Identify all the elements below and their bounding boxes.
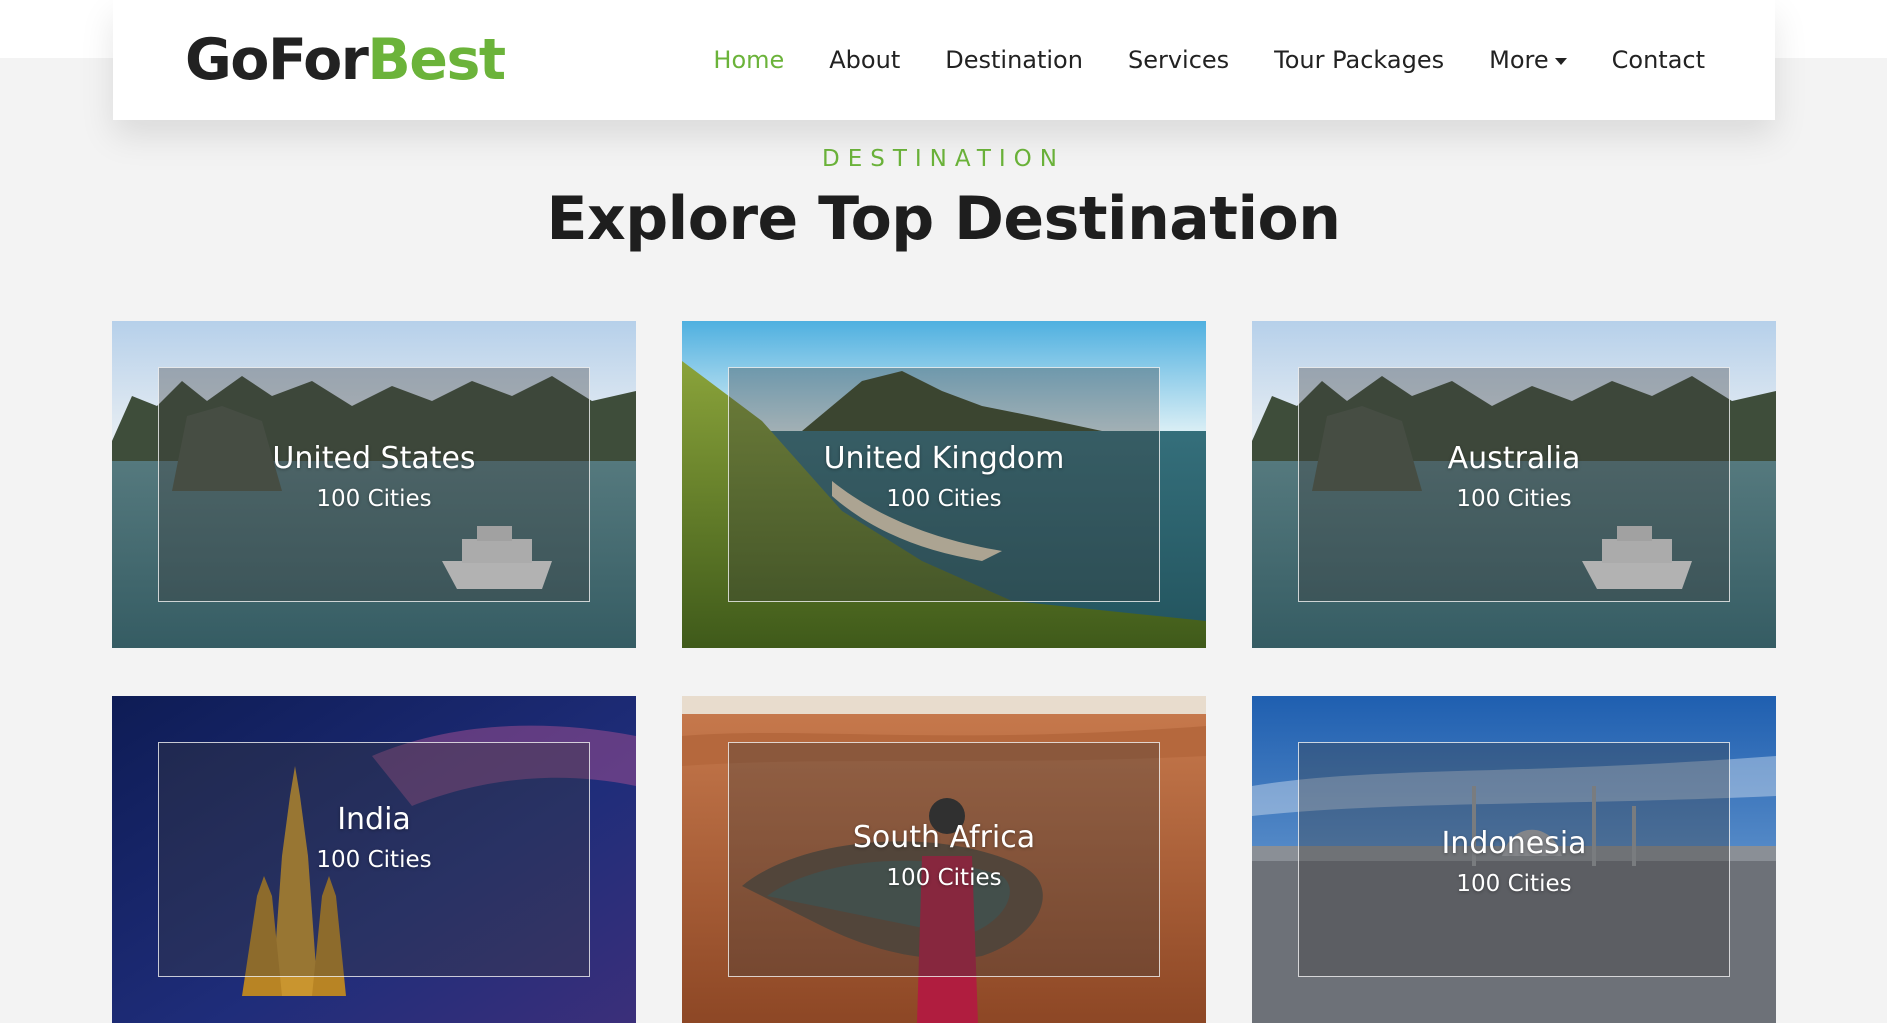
card-text: United Kingdom 100 Cities bbox=[682, 441, 1206, 512]
destination-grid: United States 100 Cities United Kingdom … bbox=[112, 321, 1776, 1023]
nav-home[interactable]: Home bbox=[713, 46, 784, 74]
nav-contact-label: Contact bbox=[1611, 46, 1705, 74]
card-text: Indonesia 100 Cities bbox=[1252, 826, 1776, 897]
card-text: South Africa 100 Cities bbox=[682, 820, 1206, 891]
card-text: India 100 Cities bbox=[112, 802, 636, 873]
nav-destination[interactable]: Destination bbox=[945, 46, 1083, 74]
nav-tour-packages[interactable]: Tour Packages bbox=[1274, 46, 1444, 74]
destination-count: 100 Cities bbox=[1456, 871, 1572, 897]
brand-name-part1: GoFor bbox=[185, 27, 369, 93]
nav-destination-label: Destination bbox=[945, 46, 1083, 74]
brand-logo[interactable]: GoForBest bbox=[185, 27, 506, 93]
destination-count: 100 Cities bbox=[316, 486, 432, 512]
destination-count: 100 Cities bbox=[886, 865, 1002, 891]
nav-more-dropdown[interactable]: More bbox=[1489, 46, 1567, 74]
destination-card-india[interactable]: India 100 Cities bbox=[112, 696, 636, 1023]
caret-down-icon bbox=[1554, 57, 1567, 65]
nav-services-label: Services bbox=[1127, 46, 1230, 74]
nav-about[interactable]: About bbox=[829, 46, 900, 74]
nav-tour-packages-label: Tour Packages bbox=[1274, 46, 1445, 74]
nav-services[interactable]: Services bbox=[1128, 46, 1229, 74]
nav-about-label: About bbox=[829, 46, 901, 74]
destination-card-united-states[interactable]: United States 100 Cities bbox=[112, 321, 636, 648]
destination-card-south-africa[interactable]: South Africa 100 Cities bbox=[682, 696, 1206, 1023]
nav-home-label: Home bbox=[713, 46, 785, 74]
destination-card-indonesia[interactable]: Indonesia 100 Cities bbox=[1252, 696, 1776, 1023]
card-text: United States 100 Cities bbox=[112, 441, 636, 512]
destination-name: Indonesia bbox=[1441, 826, 1587, 861]
destination-name: United Kingdom bbox=[823, 441, 1065, 476]
destination-count: 100 Cities bbox=[1456, 486, 1572, 512]
destination-card-australia[interactable]: Australia 100 Cities bbox=[1252, 321, 1776, 648]
destination-count: 100 Cities bbox=[316, 847, 432, 873]
destination-name: India bbox=[337, 802, 411, 837]
main-menu: Home About Destination Services Tour Pac… bbox=[713, 46, 1705, 74]
nav-more-label: More bbox=[1489, 46, 1549, 74]
card-text: Australia 100 Cities bbox=[1252, 441, 1776, 512]
destination-name: United States bbox=[272, 441, 476, 476]
navbar: GoForBest Home About Destination Service… bbox=[113, 0, 1775, 120]
destination-count: 100 Cities bbox=[886, 486, 1002, 512]
destination-card-united-kingdom[interactable]: United Kingdom 100 Cities bbox=[682, 321, 1206, 648]
destination-name: South Africa bbox=[852, 820, 1036, 855]
section-title: Explore Top Destination bbox=[546, 184, 1341, 254]
section-heading: DESTINATION Explore Top Destination bbox=[0, 146, 1887, 254]
section-subtitle: DESTINATION bbox=[822, 146, 1065, 172]
brand-name-part2: Best bbox=[367, 27, 506, 93]
nav-contact[interactable]: Contact bbox=[1612, 46, 1705, 74]
destination-name: Australia bbox=[1447, 441, 1581, 476]
